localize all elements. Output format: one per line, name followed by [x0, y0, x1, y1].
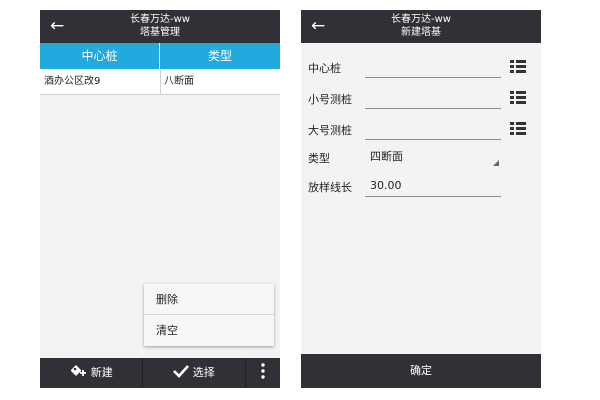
offset-length-label: 放样线长	[308, 181, 352, 194]
dropdown-triangle-icon	[493, 160, 499, 166]
form-row-offset-length: 放样线长 30.00	[301, 177, 541, 201]
column-divider	[160, 69, 161, 94]
select-button-label: 选择	[192, 366, 215, 379]
new-button[interactable]: 新建	[40, 358, 142, 388]
menu-item-delete[interactable]: 删除	[144, 284, 274, 315]
type-select-value: 四断面	[370, 150, 403, 163]
list-icon[interactable]	[510, 91, 526, 105]
list-icon[interactable]	[510, 122, 526, 136]
select-button[interactable]: 选择	[143, 358, 245, 388]
new-button-label: 新建	[90, 366, 113, 379]
table-row[interactable]: 酒办公区改9 八断面	[40, 69, 280, 95]
small-stake-input[interactable]	[365, 89, 501, 109]
type-label: 类型	[308, 152, 330, 165]
popup-menu: 删除 清空	[144, 284, 274, 346]
app-bar: ← 长春万达-ww 新建塔基	[301, 10, 541, 43]
type-select[interactable]: 四断面	[365, 148, 501, 168]
overflow-menu-icon[interactable]	[246, 358, 280, 388]
form-row-small-stake: 小号测桩	[301, 89, 541, 113]
app-title: 长春万达-ww	[130, 14, 190, 25]
confirm-button[interactable]: 确定	[301, 354, 541, 388]
form-row-center-stake: 中心桩	[301, 58, 541, 82]
large-stake-input[interactable]	[365, 120, 501, 140]
column-header-center-stake[interactable]: 中心桩	[40, 43, 160, 69]
large-stake-label: 大号测桩	[308, 124, 352, 137]
list-icon[interactable]	[510, 60, 526, 74]
bottom-action-bar: 新建 选择	[40, 358, 280, 388]
app-title: 长春万达-ww	[391, 14, 451, 25]
app-bar: ← 长春万达-ww 塔基管理	[40, 10, 280, 43]
add-tower-icon	[71, 365, 87, 376]
check-icon	[173, 365, 190, 378]
screen-title: 新建塔基	[401, 27, 441, 38]
screen-title: 塔基管理	[140, 27, 180, 38]
center-stake-label: 中心桩	[308, 62, 341, 75]
form-row-type: 类型 四断面	[301, 148, 541, 172]
offset-length-input[interactable]: 30.00	[365, 177, 501, 197]
table-header: 中心桩 类型	[40, 43, 280, 69]
small-stake-label: 小号测桩	[308, 93, 352, 106]
new-tower-screen: ← 长春万达-ww 新建塔基 中心桩 小号测桩 大号测桩 类型 四断面 放样线长…	[301, 10, 541, 388]
tower-management-screen: ← 长春万达-ww 塔基管理 中心桩 类型 酒办公区改9 八断面 删除 清空 新…	[40, 10, 280, 388]
cell-center-stake: 酒办公区改9	[44, 76, 101, 87]
cell-type: 八断面	[164, 76, 194, 87]
form-row-large-stake: 大号测桩	[301, 120, 541, 144]
center-stake-input[interactable]	[365, 58, 501, 78]
menu-item-clear[interactable]: 清空	[144, 315, 274, 346]
column-header-type[interactable]: 类型	[160, 43, 280, 69]
